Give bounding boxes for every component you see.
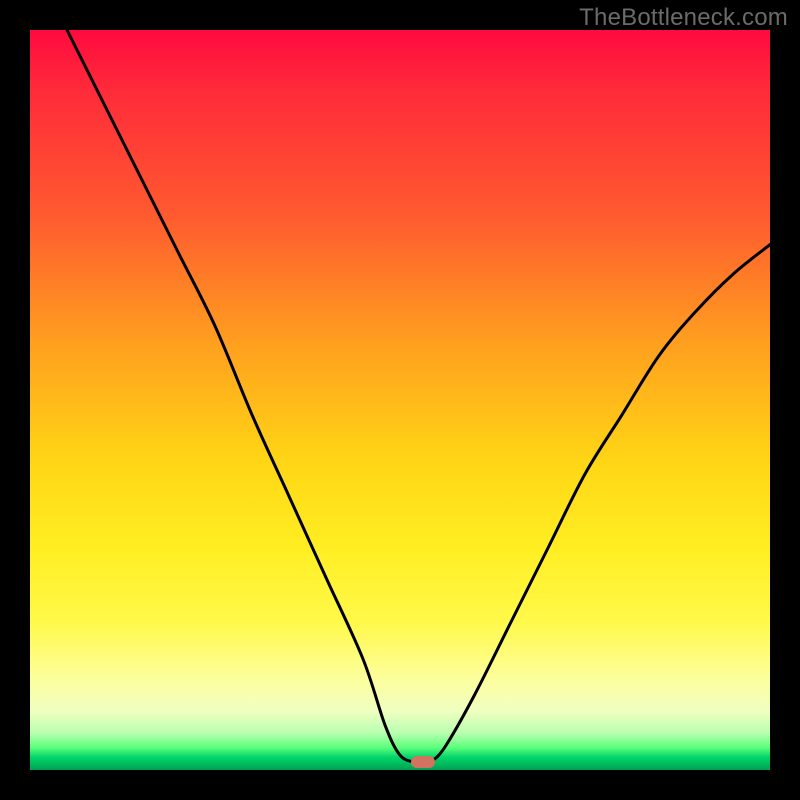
watermark-text: TheBottleneck.com <box>579 4 788 32</box>
curve-path <box>67 30 770 766</box>
plot-area <box>30 30 770 770</box>
chart-frame: TheBottleneck.com <box>0 0 800 800</box>
minimum-marker <box>411 756 435 768</box>
bottleneck-curve <box>30 30 770 770</box>
